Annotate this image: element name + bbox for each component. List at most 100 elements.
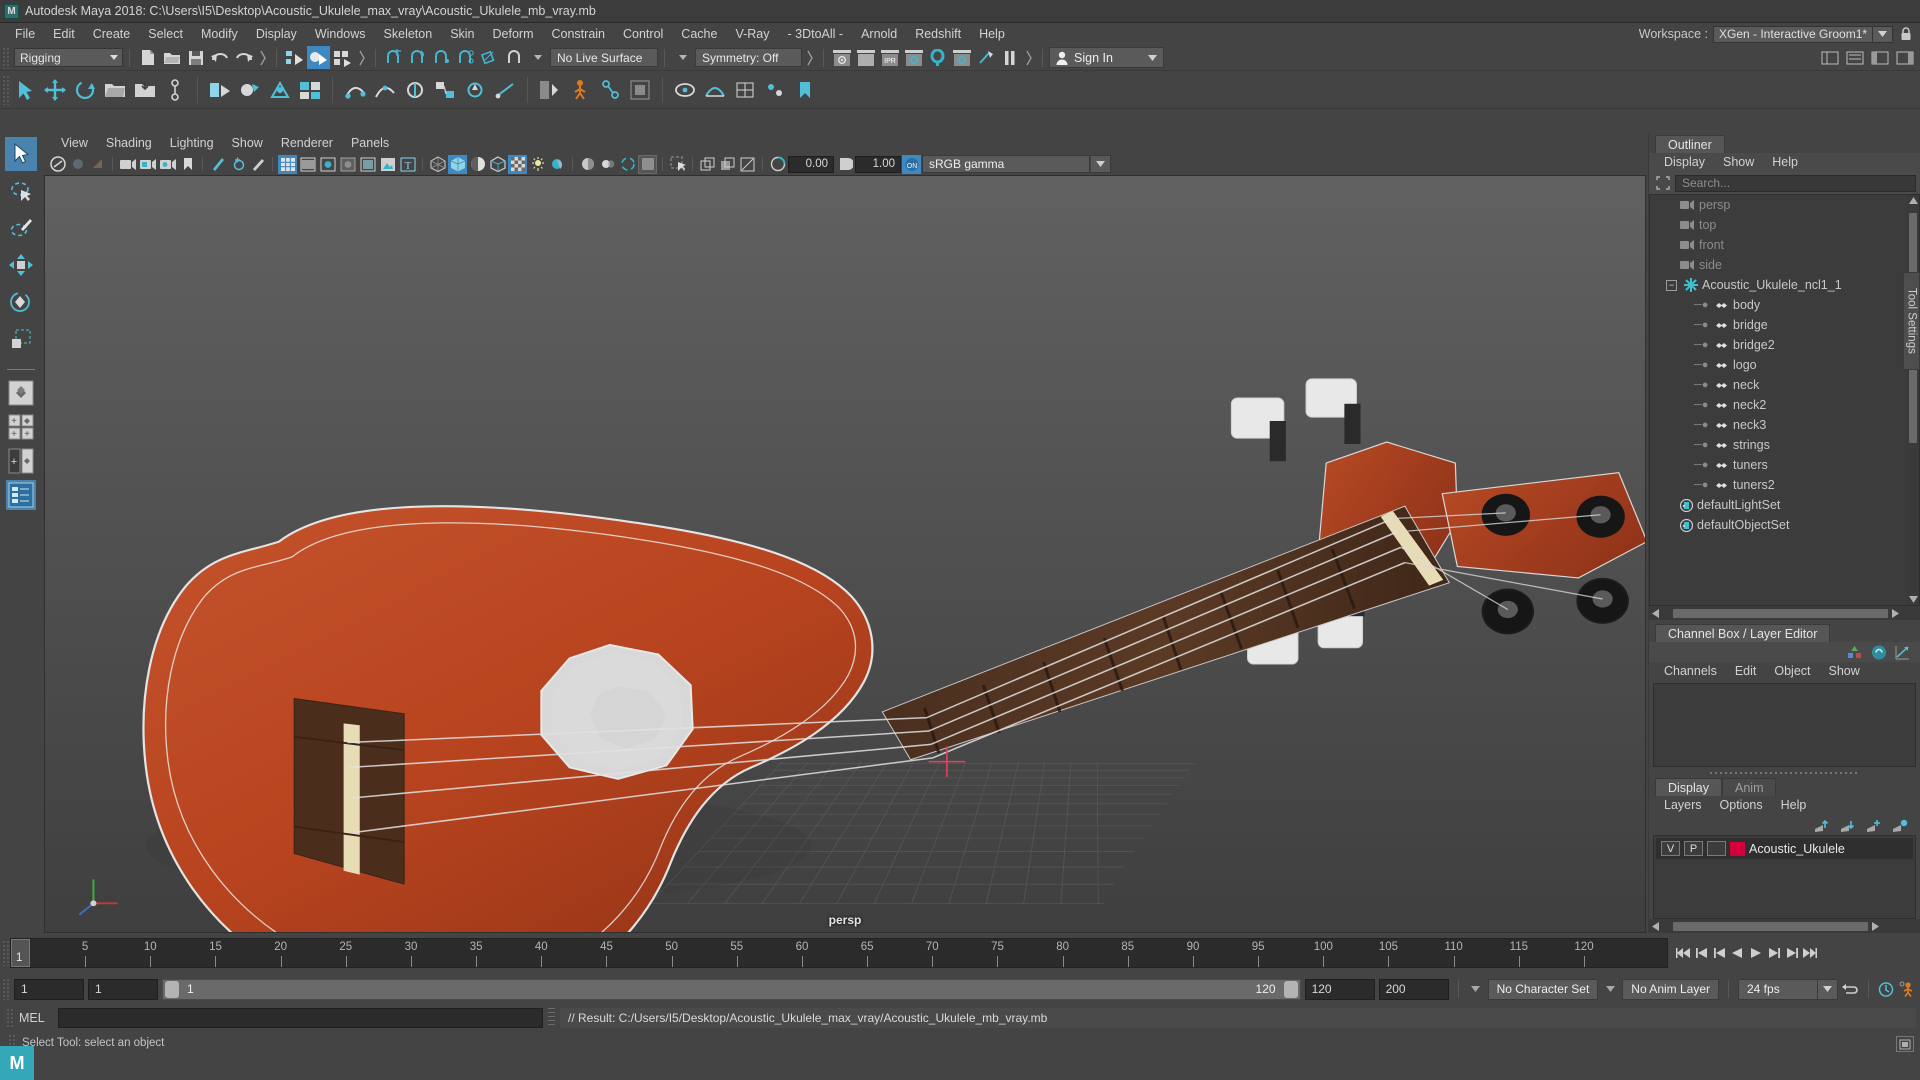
tool-paint-select[interactable] [5, 211, 37, 245]
outliner-item-defaultobjectset[interactable]: defaultObjectSet [1650, 515, 1919, 535]
layer-display-type-toggle[interactable] [1707, 841, 1726, 856]
outliner-item-tuners2[interactable]: ─● tuners2 [1650, 475, 1919, 495]
sign-in-button[interactable]: Sign In [1049, 47, 1164, 68]
channelbox-content[interactable] [1653, 683, 1916, 767]
animation-preferences-loop-icon[interactable] [1842, 980, 1859, 998]
tab-anim-layers[interactable]: Anim [1722, 778, 1777, 796]
move-layer-up-icon[interactable] [1813, 819, 1830, 832]
gamma-icon[interactable] [835, 155, 854, 174]
ipr-render-button[interactable]: IPR [878, 46, 901, 69]
shelf-pole-vector-tool[interactable] [460, 74, 490, 106]
undo-button[interactable] [208, 46, 231, 69]
shelf-ik-spline-tool[interactable] [370, 74, 400, 106]
anim-end-field[interactable]: 120 [1304, 978, 1375, 1000]
shelf-skeleton-tool[interactable] [595, 74, 625, 106]
toolbar-expand-icon-4[interactable] [1022, 50, 1036, 66]
anim-layer-chevron-icon[interactable] [1602, 986, 1618, 992]
step-back-frame-button[interactable] [1711, 944, 1728, 962]
shelf-lattice-tool[interactable] [730, 74, 760, 106]
menu-item-arnold[interactable]: Arnold [852, 23, 906, 45]
toggle-image-plane-icon[interactable] [378, 155, 397, 174]
outliner-item-front[interactable]: front [1650, 235, 1919, 255]
go-to-end-button[interactable] [1801, 944, 1818, 962]
texture-shading-icon[interactable] [508, 154, 527, 174]
menu-item-3dtoall[interactable]: - 3DtoAll - [778, 23, 852, 45]
tab-channel-box[interactable]: Channel Box / Layer Editor [1655, 624, 1831, 642]
snap-to-grid-button[interactable] [382, 46, 405, 69]
outliner-item-logo[interactable]: ─● logo [1650, 355, 1919, 375]
use-all-lights-icon[interactable] [528, 155, 547, 174]
shadows-icon[interactable] [548, 155, 567, 174]
outliner-item-acoustic_ukulele_ncl1_1[interactable]: − Acoustic_Ukulele_ncl1_1 [1650, 275, 1919, 295]
layer-color-swatch[interactable] [1730, 841, 1745, 856]
anim-layer-field[interactable]: No Anim Layer [1622, 978, 1719, 1000]
menu-item-redshift[interactable]: Redshift [906, 23, 970, 45]
quick-layout-outliner-persp[interactable] [6, 480, 36, 510]
tab-outliner[interactable]: Outliner [1655, 135, 1725, 153]
playback-start-field[interactable]: 1 [14, 978, 84, 1000]
move-layer-down-icon[interactable] [1839, 819, 1856, 832]
exposure-icon[interactable] [768, 155, 787, 174]
toolbar-grip[interactable] [2, 46, 10, 69]
character-set-chevron-icon[interactable] [1468, 986, 1484, 992]
menu-item-help[interactable]: Help [970, 23, 1014, 45]
range-grip[interactable] [2, 978, 10, 1000]
shelf-bind-skin-tool[interactable] [205, 74, 235, 106]
quick-layout-four-view[interactable]: + + + [6, 412, 36, 442]
select-by-component-button[interactable] [331, 46, 354, 69]
menu-item-modify[interactable]: Modify [192, 23, 247, 45]
outliner-menu-display[interactable]: Display [1655, 153, 1714, 172]
outliner-search-input[interactable]: Search... [1675, 174, 1916, 192]
viewport-background-icon[interactable] [638, 154, 657, 174]
channelbox-menu-channels[interactable]: Channels [1655, 662, 1726, 681]
snap-to-point-button[interactable] [430, 46, 453, 69]
viewport-menu-shading[interactable]: Shading [97, 133, 161, 153]
go-to-start-button[interactable] [1675, 944, 1692, 962]
attribute-editor-icon[interactable] [1871, 645, 1887, 660]
range-slider[interactable]: 1 120 [162, 978, 1301, 1000]
camera-bookmark-icon[interactable] [88, 155, 107, 174]
layer-horizontal-scrollbar[interactable] [1649, 919, 1920, 933]
outliner-item-top[interactable]: top [1650, 215, 1919, 235]
select-by-object-button[interactable] [307, 46, 330, 69]
shelf-ik-handle-tool[interactable] [340, 74, 370, 106]
bookmark-icon[interactable] [178, 155, 197, 174]
time-slider-playhead[interactable]: 1 [11, 939, 30, 967]
outliner-item-bridge[interactable]: ─● bridge [1650, 315, 1919, 335]
playback-end-field[interactable]: 200 [1378, 978, 1449, 1000]
perspective-viewport[interactable]: persp [44, 175, 1646, 933]
layer-row[interactable]: V P Acoustic_Ukulele [1656, 838, 1913, 859]
toggle-text-icon[interactable]: T [398, 155, 417, 174]
color-profile-chevron-icon[interactable] [1091, 155, 1111, 173]
wireframe-shading-icon[interactable] [428, 155, 447, 174]
shelf-quick-rig-tool[interactable] [535, 74, 565, 106]
toolbar-expand-icon[interactable] [256, 50, 270, 66]
shelf-create-deformer-tool[interactable] [670, 74, 700, 106]
command-line-language-label[interactable]: MEL [19, 1011, 53, 1025]
layer-menu-options[interactable]: Options [1711, 796, 1772, 815]
show-tool-settings-button[interactable] [1868, 46, 1891, 69]
outliner-item-bridge2[interactable]: ─● bridge2 [1650, 335, 1919, 355]
lock-camera-icon[interactable] [68, 155, 87, 174]
new-layer-icon[interactable] [1865, 819, 1882, 832]
menu-item-skin[interactable]: Skin [441, 23, 483, 45]
outliner-item-neck2[interactable]: ─● neck2 [1650, 395, 1919, 415]
shade-with-wireframe-icon[interactable] [468, 155, 487, 174]
toggle-grid-icon[interactable] [278, 154, 297, 174]
outliner-horizontal-scrollbar[interactable] [1649, 606, 1920, 620]
toggle-render-mask-button[interactable] [974, 46, 997, 69]
show-channel-box-button[interactable] [1893, 46, 1916, 69]
auto-keyframe-toggle[interactable] [1878, 980, 1895, 998]
snap-to-curve-button[interactable] [406, 46, 429, 69]
outliner-menu-help[interactable]: Help [1763, 153, 1807, 172]
outliner-list[interactable]: persp top front side − Acoustic_Ukulele_ncl1_… [1649, 194, 1920, 606]
new-layer-from-selected-icon[interactable] [1891, 819, 1908, 832]
shelf-rotate-tool[interactable] [70, 74, 100, 106]
smooth-shade-all-icon[interactable] [448, 154, 467, 174]
shelf-hik-toggle-tool[interactable] [625, 74, 655, 106]
menu-item-display[interactable]: Display [247, 23, 306, 45]
timeline-grip[interactable] [2, 940, 10, 966]
render-view-button[interactable] [950, 46, 973, 69]
outliner-item-neck3[interactable]: ─● neck3 [1650, 415, 1919, 435]
menu-item-edit[interactable]: Edit [44, 23, 84, 45]
